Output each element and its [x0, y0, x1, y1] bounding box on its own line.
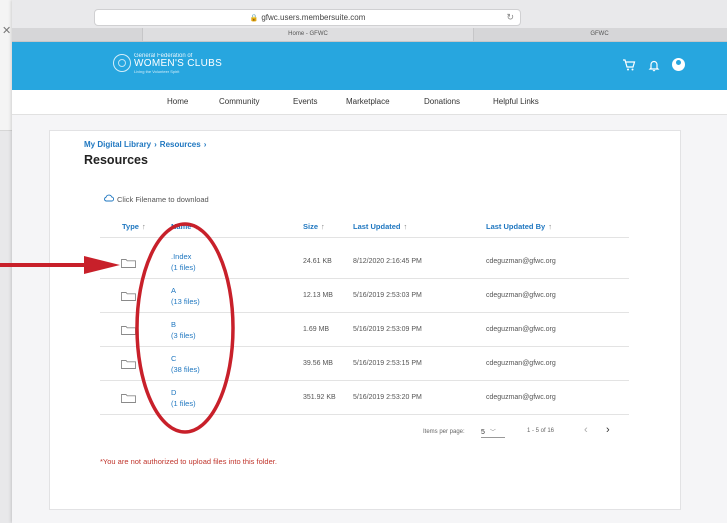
nav-helpful-links[interactable]: Helpful Links — [493, 97, 539, 106]
folder-icon — [121, 394, 136, 403]
file-updated: 5/16/2019 2:53:20 PM — [353, 394, 422, 401]
browser-window: 🔒 gfwc.users.membersuite.com ↻ Home - GFW… — [12, 0, 727, 523]
breadcrumb-resources[interactable]: Resources — [160, 140, 201, 149]
file-size: 39.56 MB — [303, 360, 333, 367]
file-size: 351.92 KB — [303, 394, 336, 401]
logo-line3: Living the Volunteer Spirit — [134, 69, 180, 74]
folder-icon — [121, 292, 136, 301]
logo-line2: WOMEN'S CLUBS — [134, 58, 223, 69]
file-size: 12.13 MB — [303, 292, 333, 299]
file-name-link[interactable]: B (3 files) — [171, 319, 196, 341]
row-divider — [100, 380, 629, 381]
nav-events[interactable]: Events — [293, 97, 317, 106]
file-updated: 5/16/2019 2:53:09 PM — [353, 326, 422, 333]
site-header: General Federation of WOMEN'S CLUBS Livi… — [12, 42, 727, 90]
logo-seal-icon[interactable] — [113, 54, 131, 72]
browser-toolbar: 🔒 gfwc.users.membersuite.com ↻ — [12, 0, 727, 29]
file-name-link[interactable]: D (1 files) — [171, 387, 196, 409]
download-hint: Click Filename to download — [117, 195, 209, 204]
col-last-updated-by[interactable]: Last Updated By ↑ — [486, 222, 552, 231]
nav-community[interactable]: Community — [219, 97, 259, 106]
file-updated: 8/12/2020 2:16:45 PM — [353, 258, 422, 265]
file-updated-by: cdeguzman@gfwc.org — [486, 292, 556, 299]
file-size: 1.69 MB — [303, 326, 330, 333]
file-updated: 5/16/2019 2:53:15 PM — [353, 360, 422, 367]
page-range: 1 - 5 of 16 — [527, 428, 555, 434]
logo-line1: General Federation of — [134, 53, 193, 59]
sort-arrow-icon: ↑ — [403, 222, 408, 231]
cart-icon[interactable] — [622, 58, 636, 72]
file-updated-by: cdeguzman@gfwc.org — [486, 258, 556, 265]
tab-bar: Home - GFWC GFWC — [12, 28, 727, 42]
folder-icon — [121, 326, 136, 335]
nav-donations[interactable]: Donations — [424, 97, 460, 106]
file-updated: 5/16/2019 2:53:03 PM — [353, 292, 422, 299]
tab-home[interactable]: Home - GFWC — [142, 28, 474, 41]
row-divider — [100, 414, 629, 415]
sort-arrow-icon: ↑ — [548, 222, 552, 231]
sort-arrow-icon: ↑ — [321, 222, 325, 231]
file-size: 24.61 KB — [303, 258, 332, 265]
site-logo[interactable]: General Federation of WOMEN'S CLUBS Livi… — [134, 53, 222, 74]
file-updated-by: cdeguzman@gfwc.org — [486, 394, 556, 401]
resources-card: My Digital Library › Resources › Resources … — [49, 130, 681, 510]
nav-marketplace[interactable]: Marketplace — [346, 97, 390, 106]
avatar-icon[interactable] — [672, 58, 685, 71]
next-page-button[interactable]: › — [606, 424, 610, 436]
nav-home[interactable]: Home — [167, 97, 188, 106]
col-name[interactable]: Name ↑ — [171, 222, 198, 231]
header-divider — [100, 237, 629, 238]
sort-arrow-icon: ↑ — [141, 222, 146, 231]
url-text: gfwc.users.membersuite.com — [261, 13, 366, 22]
chevron-right-icon: › — [203, 140, 207, 149]
items-per-page-select[interactable]: 5 ﹀ — [481, 427, 505, 438]
breadcrumb-library[interactable]: My Digital Library — [84, 140, 151, 149]
file-name-link[interactable]: C (38 files) — [171, 353, 200, 375]
chevron-down-icon: ﹀ — [489, 430, 496, 436]
file-updated-by: cdeguzman@gfwc.org — [486, 326, 556, 333]
tab-gfwc[interactable]: GFWC — [472, 28, 727, 41]
file-name-link[interactable]: .Index (1 files) — [171, 251, 196, 273]
close-icon[interactable]: ✕ — [2, 24, 11, 37]
row-divider — [100, 346, 629, 347]
address-bar[interactable]: 🔒 gfwc.users.membersuite.com ↻ — [94, 9, 521, 26]
col-size[interactable]: Size ↑ — [303, 222, 325, 231]
file-name-link[interactable]: A (13 files) — [171, 285, 200, 307]
folder-icon — [121, 259, 136, 268]
file-updated-by: cdeguzman@gfwc.org — [486, 360, 556, 367]
previous-page-button[interactable]: ‹ — [584, 424, 588, 436]
cloud-download-icon — [104, 194, 114, 202]
bell-icon[interactable] — [647, 58, 661, 72]
breadcrumb: My Digital Library › Resources › — [84, 140, 209, 149]
main-nav: Home Community Events Marketplace Donati… — [12, 90, 727, 115]
upload-warning: *You are not authorized to upload files … — [100, 457, 277, 466]
sort-arrow-icon: ↑ — [194, 222, 199, 231]
row-divider — [100, 312, 629, 313]
page-title: Resources — [84, 153, 148, 167]
col-last-updated[interactable]: Last Updated ↑ — [353, 222, 407, 231]
items-per-page-label: Items per page: — [423, 429, 465, 435]
row-divider — [100, 278, 629, 279]
reload-icon[interactable]: ↻ — [506, 10, 514, 25]
col-type[interactable]: Type ↑ — [122, 222, 146, 231]
lock-icon: 🔒 — [249, 15, 259, 22]
chevron-right-icon: › — [154, 140, 157, 149]
folder-icon — [121, 360, 136, 369]
